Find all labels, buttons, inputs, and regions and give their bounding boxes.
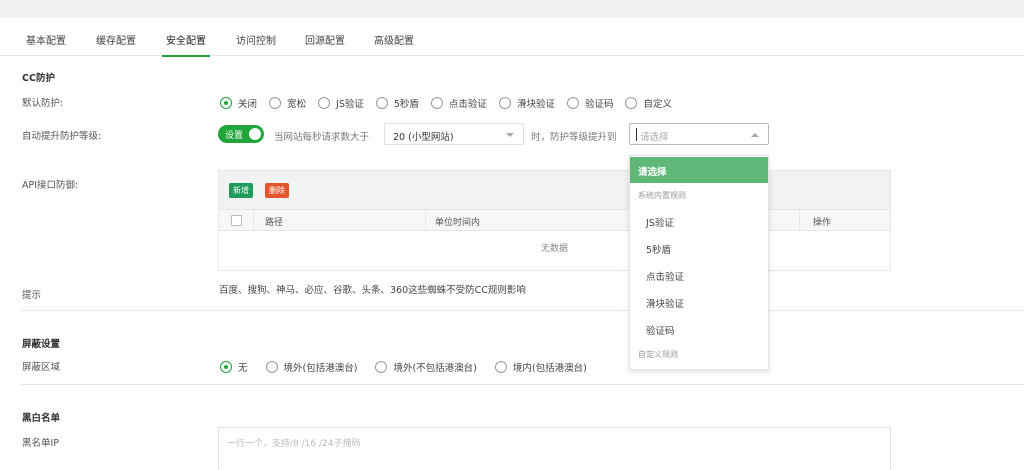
dropdown-option-click[interactable]: 点击验证	[630, 262, 768, 288]
auto-raise-label: 自动提升防护等级:	[22, 131, 102, 142]
dropdown-option-js[interactable]: JS验证	[630, 208, 768, 234]
threshold-suffix-text: 时，防护等级提升到	[531, 132, 617, 143]
radio-dot-icon	[265, 361, 278, 373]
tab-advanced-config[interactable]: 高级配置	[374, 32, 414, 56]
radio-dot-icon	[625, 97, 638, 109]
top-bar	[0, 0, 1024, 18]
column-divider	[253, 210, 254, 230]
section-divider	[20, 384, 1024, 385]
dropdown-option-slider[interactable]: 滑块验证	[630, 289, 768, 315]
protection-level-dropdown: 请选择 系统内置规则 JS验证 5秒盾 点击验证 滑块验证 验证码 自定义规则	[629, 155, 769, 370]
toggle-knob	[249, 128, 261, 140]
default-protection-label: 默认防护:	[22, 98, 64, 109]
auto-raise-toggle[interactable]: 设置	[218, 125, 264, 143]
radio-protection-captcha[interactable]: 验证码	[566, 96, 613, 110]
dropdown-option-captcha[interactable]: 验证码	[630, 316, 768, 342]
shield-region-radio-group: 无 境外(包括港澳台) 境外(不包括港澳台) 境内(包括港澳台)	[220, 360, 599, 374]
threshold-select-value: 20 (小型网站)	[393, 132, 454, 143]
radio-dot-icon	[220, 361, 232, 373]
radio-dot-icon	[318, 97, 331, 109]
api-table-header: 路径 单位时间内 操作	[219, 209, 890, 231]
section-divider	[20, 310, 1024, 311]
shield-region-label: 屏蔽区域	[22, 362, 61, 373]
chevron-down-icon	[506, 133, 514, 137]
tip-label: 提示	[22, 290, 42, 301]
tab-cache-config[interactable]: 缓存配置	[96, 32, 136, 56]
api-defense-label: API接口防御:	[22, 180, 79, 191]
radio-protection-js[interactable]: JS验证	[318, 96, 364, 110]
api-defense-table: 新增 删除 路径 单位时间内 操作 无数据	[218, 170, 891, 271]
protection-level-select[interactable]: 请选择	[629, 123, 769, 145]
radio-protection-custom[interactable]: 自定义	[625, 96, 672, 110]
radio-protection-loose[interactable]: 宽松	[269, 96, 306, 110]
radio-dot-icon	[494, 361, 507, 373]
radio-dot-icon	[498, 97, 511, 109]
empty-table-text: 无数据	[540, 244, 568, 254]
radio-dot-icon	[430, 97, 443, 109]
threshold-prefix-text: 当网站每秒请求数大于	[274, 132, 370, 143]
radio-dot-icon	[566, 97, 579, 109]
radio-dot-icon	[375, 97, 388, 109]
radio-dot-icon	[269, 97, 282, 109]
shield-section-title: 屏蔽设置	[22, 339, 61, 350]
column-unit-time: 单位时间内	[435, 218, 481, 228]
add-rule-button[interactable]: 新增	[229, 183, 253, 198]
radio-dot-icon	[220, 97, 232, 109]
column-divider	[799, 210, 800, 230]
tip-text: 百度、搜狗、神马、必应、谷歌、头条、360这些蜘蛛不受防CC规则影响	[219, 285, 526, 296]
blacklist-ip-label: 黑名单IP	[22, 438, 60, 449]
select-all-checkbox[interactable]	[231, 215, 242, 226]
tab-access-control[interactable]: 访问控制	[236, 32, 276, 56]
radio-dot-icon	[375, 361, 388, 373]
radio-region-domestic-incl[interactable]: 境内(包括港澳台)	[494, 360, 587, 374]
text-caret	[636, 128, 637, 141]
tab-basic-config[interactable]: 基本配置	[26, 32, 66, 56]
radio-protection-off[interactable]: 关闭	[220, 96, 257, 110]
radio-protection-click[interactable]: 点击验证	[430, 96, 487, 110]
default-protection-radio-group: 关闭 宽松 JS验证 5秒盾 点击验证 滑块验证 验证码 自定义	[220, 96, 684, 110]
radio-region-overseas-excl[interactable]: 境外(不包括港澳台)	[375, 360, 477, 374]
blacklist-ip-textarea[interactable]: 一行一个，支持/8 /16 /24子掩码	[218, 427, 891, 470]
radio-protection-slider[interactable]: 滑块验证	[498, 96, 555, 110]
blackwhite-section-title: 黑白名单	[22, 413, 61, 424]
api-toolbar: 新增 删除	[219, 171, 890, 209]
dropdown-option-please-select[interactable]: 请选择	[630, 157, 768, 183]
protection-level-placeholder: 请选择	[640, 132, 669, 143]
radio-region-overseas-incl[interactable]: 境外(包括港澳台)	[265, 360, 357, 374]
threshold-select[interactable]: 20 (小型网站)	[384, 123, 524, 145]
radio-protection-5s-shield[interactable]: 5秒盾	[375, 96, 419, 110]
column-actions: 操作	[813, 218, 832, 228]
tab-origin-config[interactable]: 回源配置	[305, 32, 345, 56]
column-divider	[425, 210, 426, 230]
dropdown-option-5s-shield[interactable]: 5秒盾	[630, 235, 768, 261]
config-tabs: 基本配置 缓存配置 安全配置 访问控制 回源配置 高级配置	[0, 18, 1024, 57]
column-path: 路径	[265, 218, 284, 228]
cc-section-title: CC防护	[22, 73, 55, 84]
tab-security-config[interactable]: 安全配置	[162, 32, 210, 57]
radio-region-none[interactable]: 无	[220, 360, 248, 374]
chevron-up-icon	[751, 133, 759, 137]
blacklist-ip-placeholder: 一行一个，支持/8 /16 /24子掩码	[227, 439, 361, 449]
toggle-label: 设置	[225, 131, 244, 141]
delete-rule-button[interactable]: 删除	[265, 183, 289, 198]
